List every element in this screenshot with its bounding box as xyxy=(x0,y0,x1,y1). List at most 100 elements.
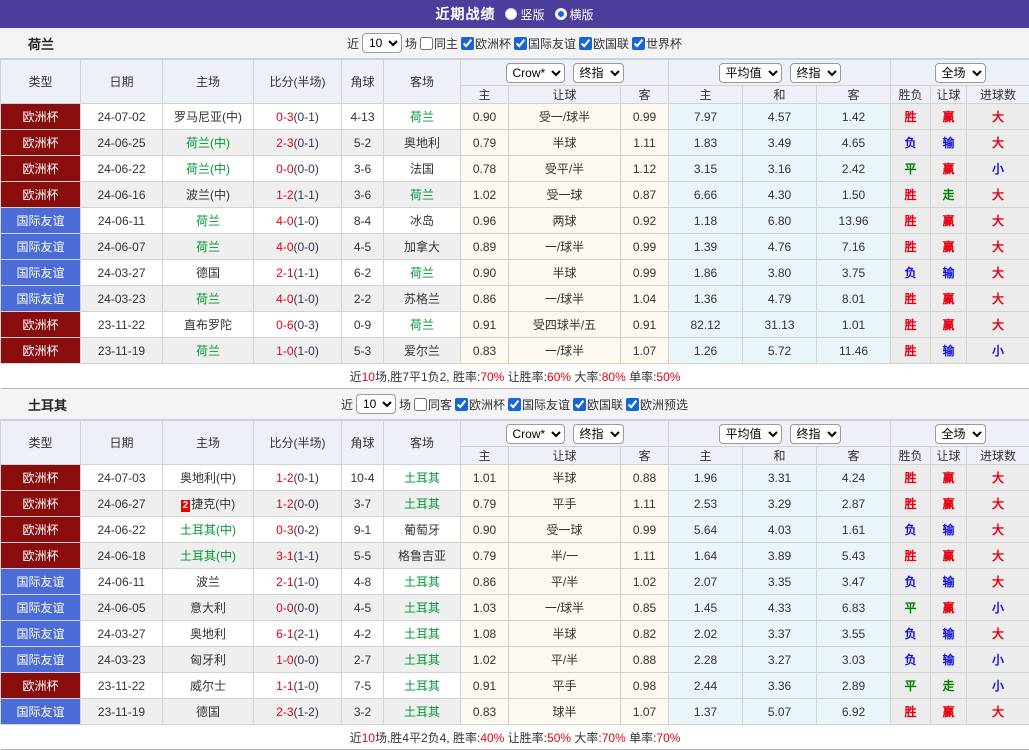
sub-column-header: 让球 xyxy=(509,447,621,465)
handicap-cell: 半/一 xyxy=(509,543,621,569)
away-odds-cell: 0.99 xyxy=(621,234,669,260)
vertical-layout-radio[interactable] xyxy=(505,8,517,20)
avg-home-cell: 1.36 xyxy=(669,286,743,312)
league-cell: 国际友谊 xyxy=(1,234,81,260)
avg-draw-cell: 3.89 xyxy=(743,543,817,569)
league-filter-checkbox[interactable] xyxy=(626,398,639,411)
home-team-cell: 意大利 xyxy=(163,595,254,621)
handicap-result-cell: 走 xyxy=(931,182,967,208)
odds-group-header: Crow* 终指 xyxy=(461,421,669,447)
vertical-layout-option[interactable]: 竖版 xyxy=(505,6,544,23)
avg-source-select[interactable]: 平均值 xyxy=(719,63,782,83)
sub-column-header: 客 xyxy=(817,447,891,465)
avg-away-cell: 7.16 xyxy=(817,234,891,260)
corners-cell: 2-7 xyxy=(342,647,384,673)
away-odds-cell: 0.99 xyxy=(621,104,669,130)
away-team-name: 土耳其 xyxy=(404,575,440,589)
league-filter-option[interactable]: 世界杯 xyxy=(632,35,682,52)
page-title: 近期战绩 xyxy=(435,4,495,24)
avg-away-cell: 2.89 xyxy=(817,673,891,699)
league-filter-option[interactable]: 欧国联 xyxy=(573,396,623,413)
avg-draw-cell: 3.36 xyxy=(743,673,817,699)
handicap-cell: 半球 xyxy=(509,260,621,286)
handicap-cell: 球半 xyxy=(509,699,621,725)
corners-cell: 3-6 xyxy=(342,182,384,208)
league-filter-label: 国际友谊 xyxy=(522,396,570,413)
score-cell: 4-0(0-0) xyxy=(254,234,342,260)
summary-segment: 单率: xyxy=(626,370,657,384)
league-filter-checkbox[interactable] xyxy=(508,398,521,411)
avg-away-cell: 2.42 xyxy=(817,156,891,182)
recent-count-select[interactable]: 10 xyxy=(362,33,402,53)
corners-cell: 7-5 xyxy=(342,673,384,699)
match-row: 欧洲杯24-06-22土耳其(中)0-3(0-2)9-1葡萄牙0.90受一球0.… xyxy=(1,517,1029,543)
sub-column-header: 和 xyxy=(743,447,817,465)
handicap-result-cell: 赢 xyxy=(931,234,967,260)
home-odds-cell: 1.03 xyxy=(461,595,509,621)
half-time-score: (0-1) xyxy=(294,110,319,124)
horizontal-layout-option[interactable]: 横版 xyxy=(555,6,594,23)
league-filter-option[interactable]: 欧洲预选 xyxy=(626,396,688,413)
sub-column-header: 让球 xyxy=(931,447,967,465)
odds-source-select[interactable]: Crow* xyxy=(506,63,565,83)
same-venue-checkbox[interactable] xyxy=(420,37,433,50)
sub-column-header: 让球 xyxy=(509,86,621,104)
full-time-score: 2-3 xyxy=(276,136,293,150)
league-filter-checkbox[interactable] xyxy=(455,398,468,411)
outcome-cell: 平 xyxy=(891,156,931,182)
full-time-score: 0-3 xyxy=(276,523,293,537)
league-filter-option[interactable]: 国际友谊 xyxy=(514,35,576,52)
goals-result-cell: 小 xyxy=(967,673,1029,699)
same-venue-checkbox[interactable] xyxy=(414,398,427,411)
avg-stage-select[interactable]: 终指 xyxy=(790,424,841,444)
league-filter-checkbox[interactable] xyxy=(461,37,474,50)
same-venue-option[interactable]: 同主 xyxy=(420,35,458,52)
avg-away-cell: 1.42 xyxy=(817,104,891,130)
score-cell: 0-0(0-0) xyxy=(254,156,342,182)
same-venue-option[interactable]: 同客 xyxy=(414,396,452,413)
summary-segment: 70% xyxy=(480,370,504,384)
league-filter-checkbox[interactable] xyxy=(632,37,645,50)
league-filter-option[interactable]: 欧洲杯 xyxy=(455,396,505,413)
summary-row: 近10场,胜7平1负2, 胜率:70% 让胜率:60% 大率:80% 单率:50… xyxy=(1,364,1029,389)
league-cell: 欧洲杯 xyxy=(1,491,81,517)
odds-stage-select[interactable]: 终指 xyxy=(573,63,624,83)
league-filter-option[interactable]: 欧洲杯 xyxy=(461,35,511,52)
handicap-cell: 半球 xyxy=(509,130,621,156)
avg-stage-select[interactable]: 终指 xyxy=(790,63,841,83)
avg-home-cell: 1.37 xyxy=(669,699,743,725)
league-filter-option[interactable]: 欧国联 xyxy=(579,35,629,52)
score-cell: 6-1(2-1) xyxy=(254,621,342,647)
odds-stage-select[interactable]: 终指 xyxy=(573,424,624,444)
home-odds-cell: 0.78 xyxy=(461,156,509,182)
odds-source-select[interactable]: Crow* xyxy=(506,424,565,444)
away-team-cell: 格鲁吉亚 xyxy=(384,543,461,569)
league-filter-checkbox[interactable] xyxy=(514,37,527,50)
recent-count-select[interactable]: 10 xyxy=(356,394,396,414)
home-team-cell: 德国 xyxy=(163,699,254,725)
match-row: 国际友谊24-06-05意大利0-0(0-0)4-5土耳其1.03一/球半0.8… xyxy=(1,595,1029,621)
away-team-name: 法国 xyxy=(410,162,434,176)
scope-select[interactable]: 全场 xyxy=(935,424,986,444)
handicap-cell: 平手 xyxy=(509,491,621,517)
score-cell: 0-6(0-3) xyxy=(254,312,342,338)
scope-select[interactable]: 全场 xyxy=(935,63,986,83)
match-row: 欧洲杯24-06-25荷兰(中)2-3(0-1)5-2奥地利0.79半球1.11… xyxy=(1,130,1029,156)
home-team-name: 德国 xyxy=(196,705,220,719)
date-cell: 24-06-07 xyxy=(81,234,163,260)
away-team-name: 葡萄牙 xyxy=(404,523,440,537)
team-name: 土耳其 xyxy=(28,395,67,414)
avg-source-select[interactable]: 平均值 xyxy=(719,424,782,444)
league-filter-checkbox[interactable] xyxy=(573,398,586,411)
league-filter-checkbox[interactable] xyxy=(579,37,592,50)
score-cell: 1-2(0-0) xyxy=(254,491,342,517)
half-time-score: (0-0) xyxy=(294,497,319,511)
near-label: 近 xyxy=(347,35,359,52)
avg-home-cell: 2.28 xyxy=(669,647,743,673)
league-filter-option[interactable]: 国际友谊 xyxy=(508,396,570,413)
corners-cell: 2-2 xyxy=(342,286,384,312)
match-row: 欧洲杯23-11-19荷兰1-0(1-0)5-3爱尔兰0.83一/球半1.071… xyxy=(1,338,1029,364)
away-team-cell: 加拿大 xyxy=(384,234,461,260)
home-team-name: 威尔士 xyxy=(190,679,226,693)
horizontal-layout-radio[interactable] xyxy=(555,8,567,20)
